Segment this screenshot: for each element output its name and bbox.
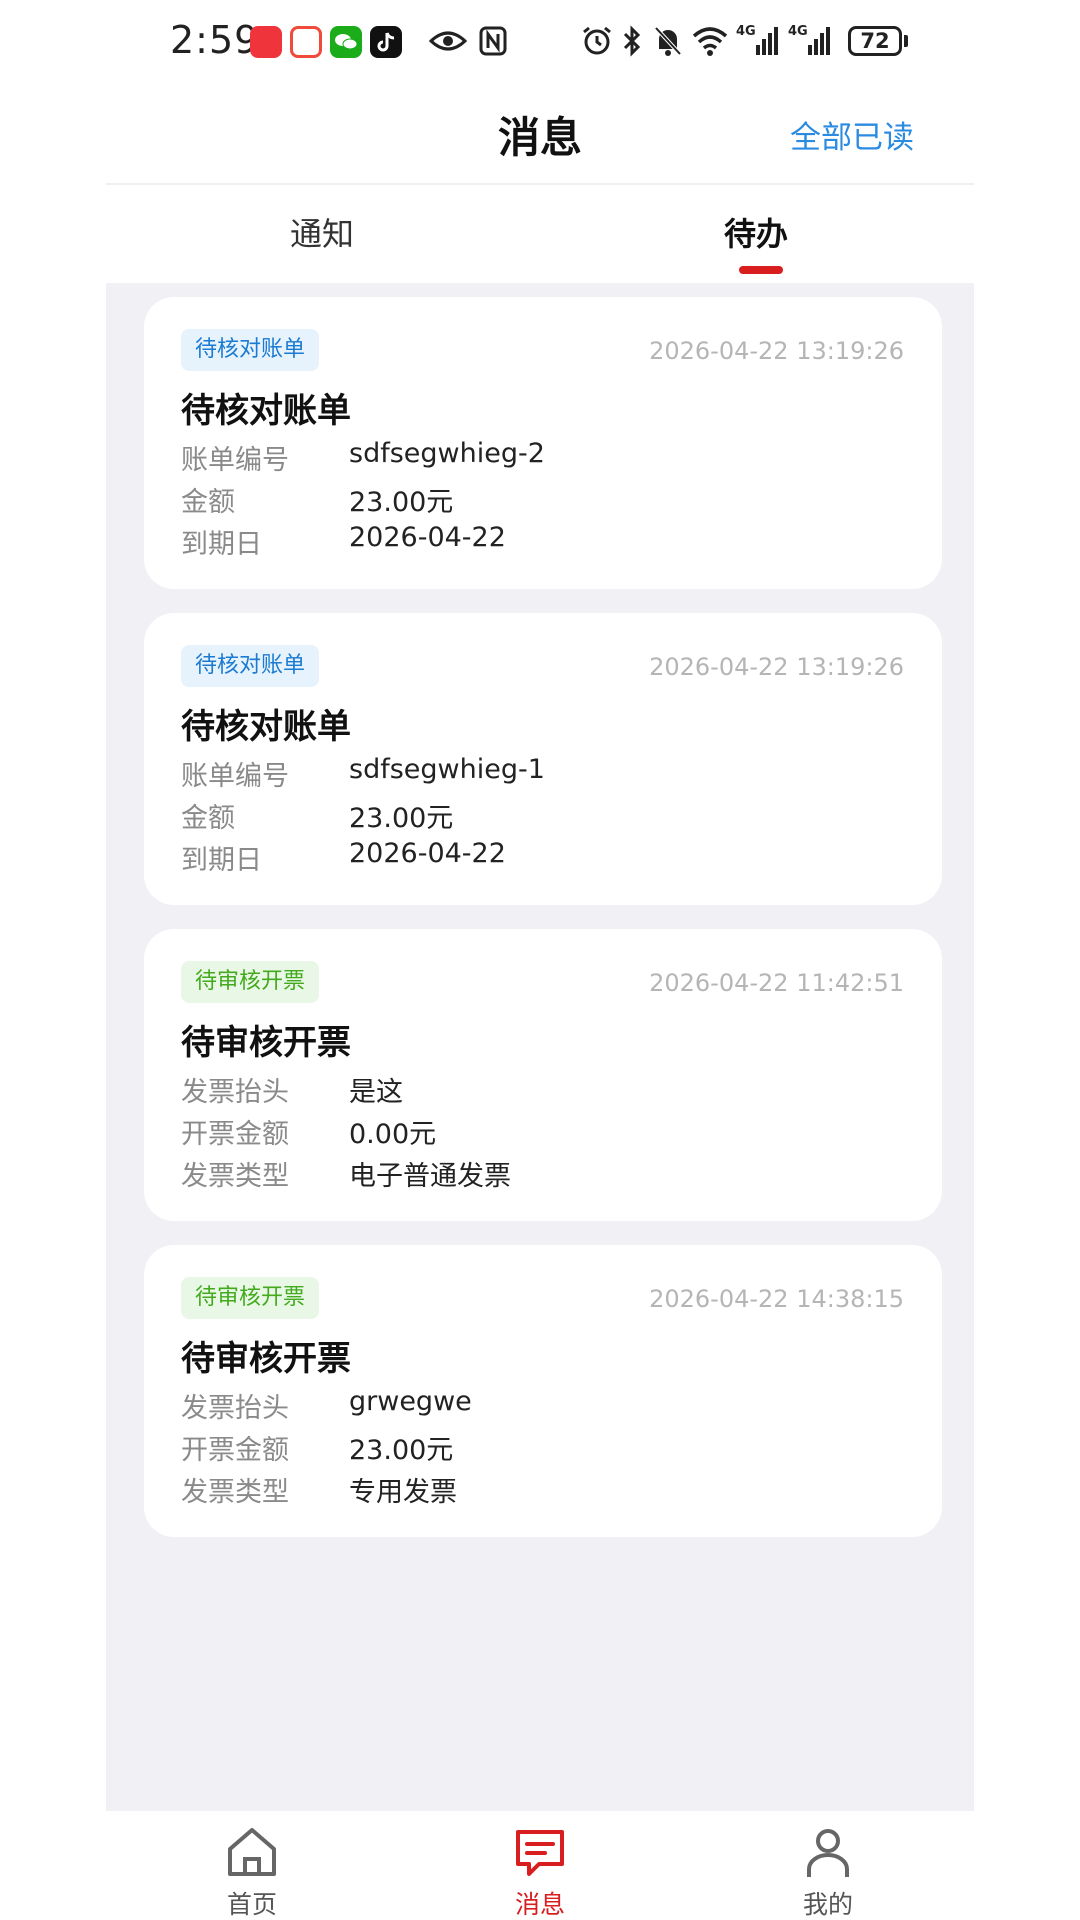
row-value: 0.00元 xyxy=(349,1119,437,1150)
status-badge: 待核对账单 xyxy=(181,329,320,371)
card-title: 待审核开票 xyxy=(181,1023,351,1063)
huawei-app-icon xyxy=(250,26,282,58)
wifi-icon xyxy=(690,22,730,60)
card-title: 待审核开票 xyxy=(181,1339,351,1379)
card-timestamp: 2026-04-22 13:19:26 xyxy=(649,337,904,365)
card-title: 待核对账单 xyxy=(181,391,351,431)
nav-profile[interactable]: 我的 xyxy=(748,1811,908,1920)
row-label: 发票类型 xyxy=(181,1477,289,1508)
nav-profile-label: 我的 xyxy=(802,1890,853,1919)
tab-todo[interactable]: 待办 xyxy=(724,209,788,255)
status-badge: 待核对账单 xyxy=(181,645,320,687)
header: 消息 全部已读 xyxy=(106,82,974,185)
todo-card[interactable]: 待核对账单 2026-04-22 13:19:26 待核对账单 账单编号 sdf… xyxy=(144,613,942,905)
bottom-nav: 首页 消息 我的 xyxy=(106,1811,974,1920)
signal-icon: 4G xyxy=(736,22,780,60)
row-value: 是这 xyxy=(349,1077,403,1108)
nav-messages-label: 消息 xyxy=(514,1890,565,1919)
mute-icon xyxy=(652,22,684,60)
row-label: 发票抬头 xyxy=(181,1393,289,1424)
card-title: 待核对账单 xyxy=(181,707,351,747)
eye-icon xyxy=(428,22,468,60)
row-label: 账单编号 xyxy=(181,761,289,792)
nav-messages[interactable]: 消息 xyxy=(460,1811,620,1920)
row-value: grwegwe xyxy=(349,1386,472,1417)
row-value: 23.00元 xyxy=(349,487,454,518)
status-bar: 2:59 4G 4G 72 xyxy=(0,0,1080,82)
network-label: 4G xyxy=(736,24,756,39)
signal-icon: 4G xyxy=(788,22,832,60)
alarm-icon xyxy=(580,22,614,60)
row-label: 金额 xyxy=(181,803,235,834)
row-value: 电子普通发票 xyxy=(349,1161,511,1192)
row-label: 到期日 xyxy=(181,529,262,560)
row-value: 专用发票 xyxy=(349,1477,457,1508)
row-label: 开票金额 xyxy=(181,1435,289,1466)
profile-icon xyxy=(807,1829,849,1877)
card-timestamp: 2026-04-22 13:19:26 xyxy=(649,653,904,681)
row-value: sdfsegwhieg-1 xyxy=(349,754,545,785)
network-label: 4G xyxy=(788,24,808,39)
battery-tip xyxy=(904,35,908,47)
todo-card[interactable]: 待核对账单 2026-04-22 13:19:26 待核对账单 账单编号 sdf… xyxy=(144,297,942,589)
message-icon xyxy=(516,1830,564,1876)
card-timestamp: 2026-04-22 14:38:15 xyxy=(649,1285,904,1313)
todo-list[interactable]: 待核对账单 2026-04-22 13:19:26 待核对账单 账单编号 sdf… xyxy=(106,283,974,1811)
row-label: 金额 xyxy=(181,487,235,518)
row-value: sdfsegwhieg-2 xyxy=(349,438,545,469)
nav-home[interactable]: 首页 xyxy=(172,1811,332,1920)
status-badge: 待审核开票 xyxy=(181,961,320,1003)
battery-icon: 72 xyxy=(848,26,902,56)
status-time: 2:59 xyxy=(170,18,260,62)
row-label: 账单编号 xyxy=(181,445,289,476)
nav-home-label: 首页 xyxy=(226,1890,277,1919)
nfc-icon xyxy=(478,22,508,60)
home-icon xyxy=(228,1828,276,1876)
row-label: 到期日 xyxy=(181,845,262,876)
wechat-icon xyxy=(330,26,362,58)
todo-card[interactable]: 待审核开票 2026-04-22 11:42:51 待审核开票 发票抬头 是这 … xyxy=(144,929,942,1221)
screen: 2:59 4G 4G 72 消息 全部已读 通知 待办 待核对账单 2026-0… xyxy=(0,0,1080,1920)
row-value: 2026-04-22 xyxy=(349,838,506,869)
status-badge: 待审核开票 xyxy=(181,1277,320,1319)
row-value: 2026-04-22 xyxy=(349,522,506,553)
row-value: 23.00元 xyxy=(349,803,454,834)
mark-all-read-button[interactable]: 全部已读 xyxy=(790,112,914,157)
game-app-icon xyxy=(290,26,322,58)
todo-card[interactable]: 待审核开票 2026-04-22 14:38:15 待审核开票 发票抬头 grw… xyxy=(144,1245,942,1537)
tab-notifications[interactable]: 通知 xyxy=(290,209,354,255)
row-value: 23.00元 xyxy=(349,1435,454,1466)
row-label: 发票类型 xyxy=(181,1161,289,1192)
bluetooth-icon xyxy=(620,22,644,60)
row-label: 开票金额 xyxy=(181,1119,289,1150)
tab-active-indicator xyxy=(739,266,783,274)
tiktok-icon xyxy=(370,26,402,58)
row-label: 发票抬头 xyxy=(181,1077,289,1108)
tab-bar: 通知 待办 xyxy=(106,185,974,283)
card-timestamp: 2026-04-22 11:42:51 xyxy=(649,969,904,997)
